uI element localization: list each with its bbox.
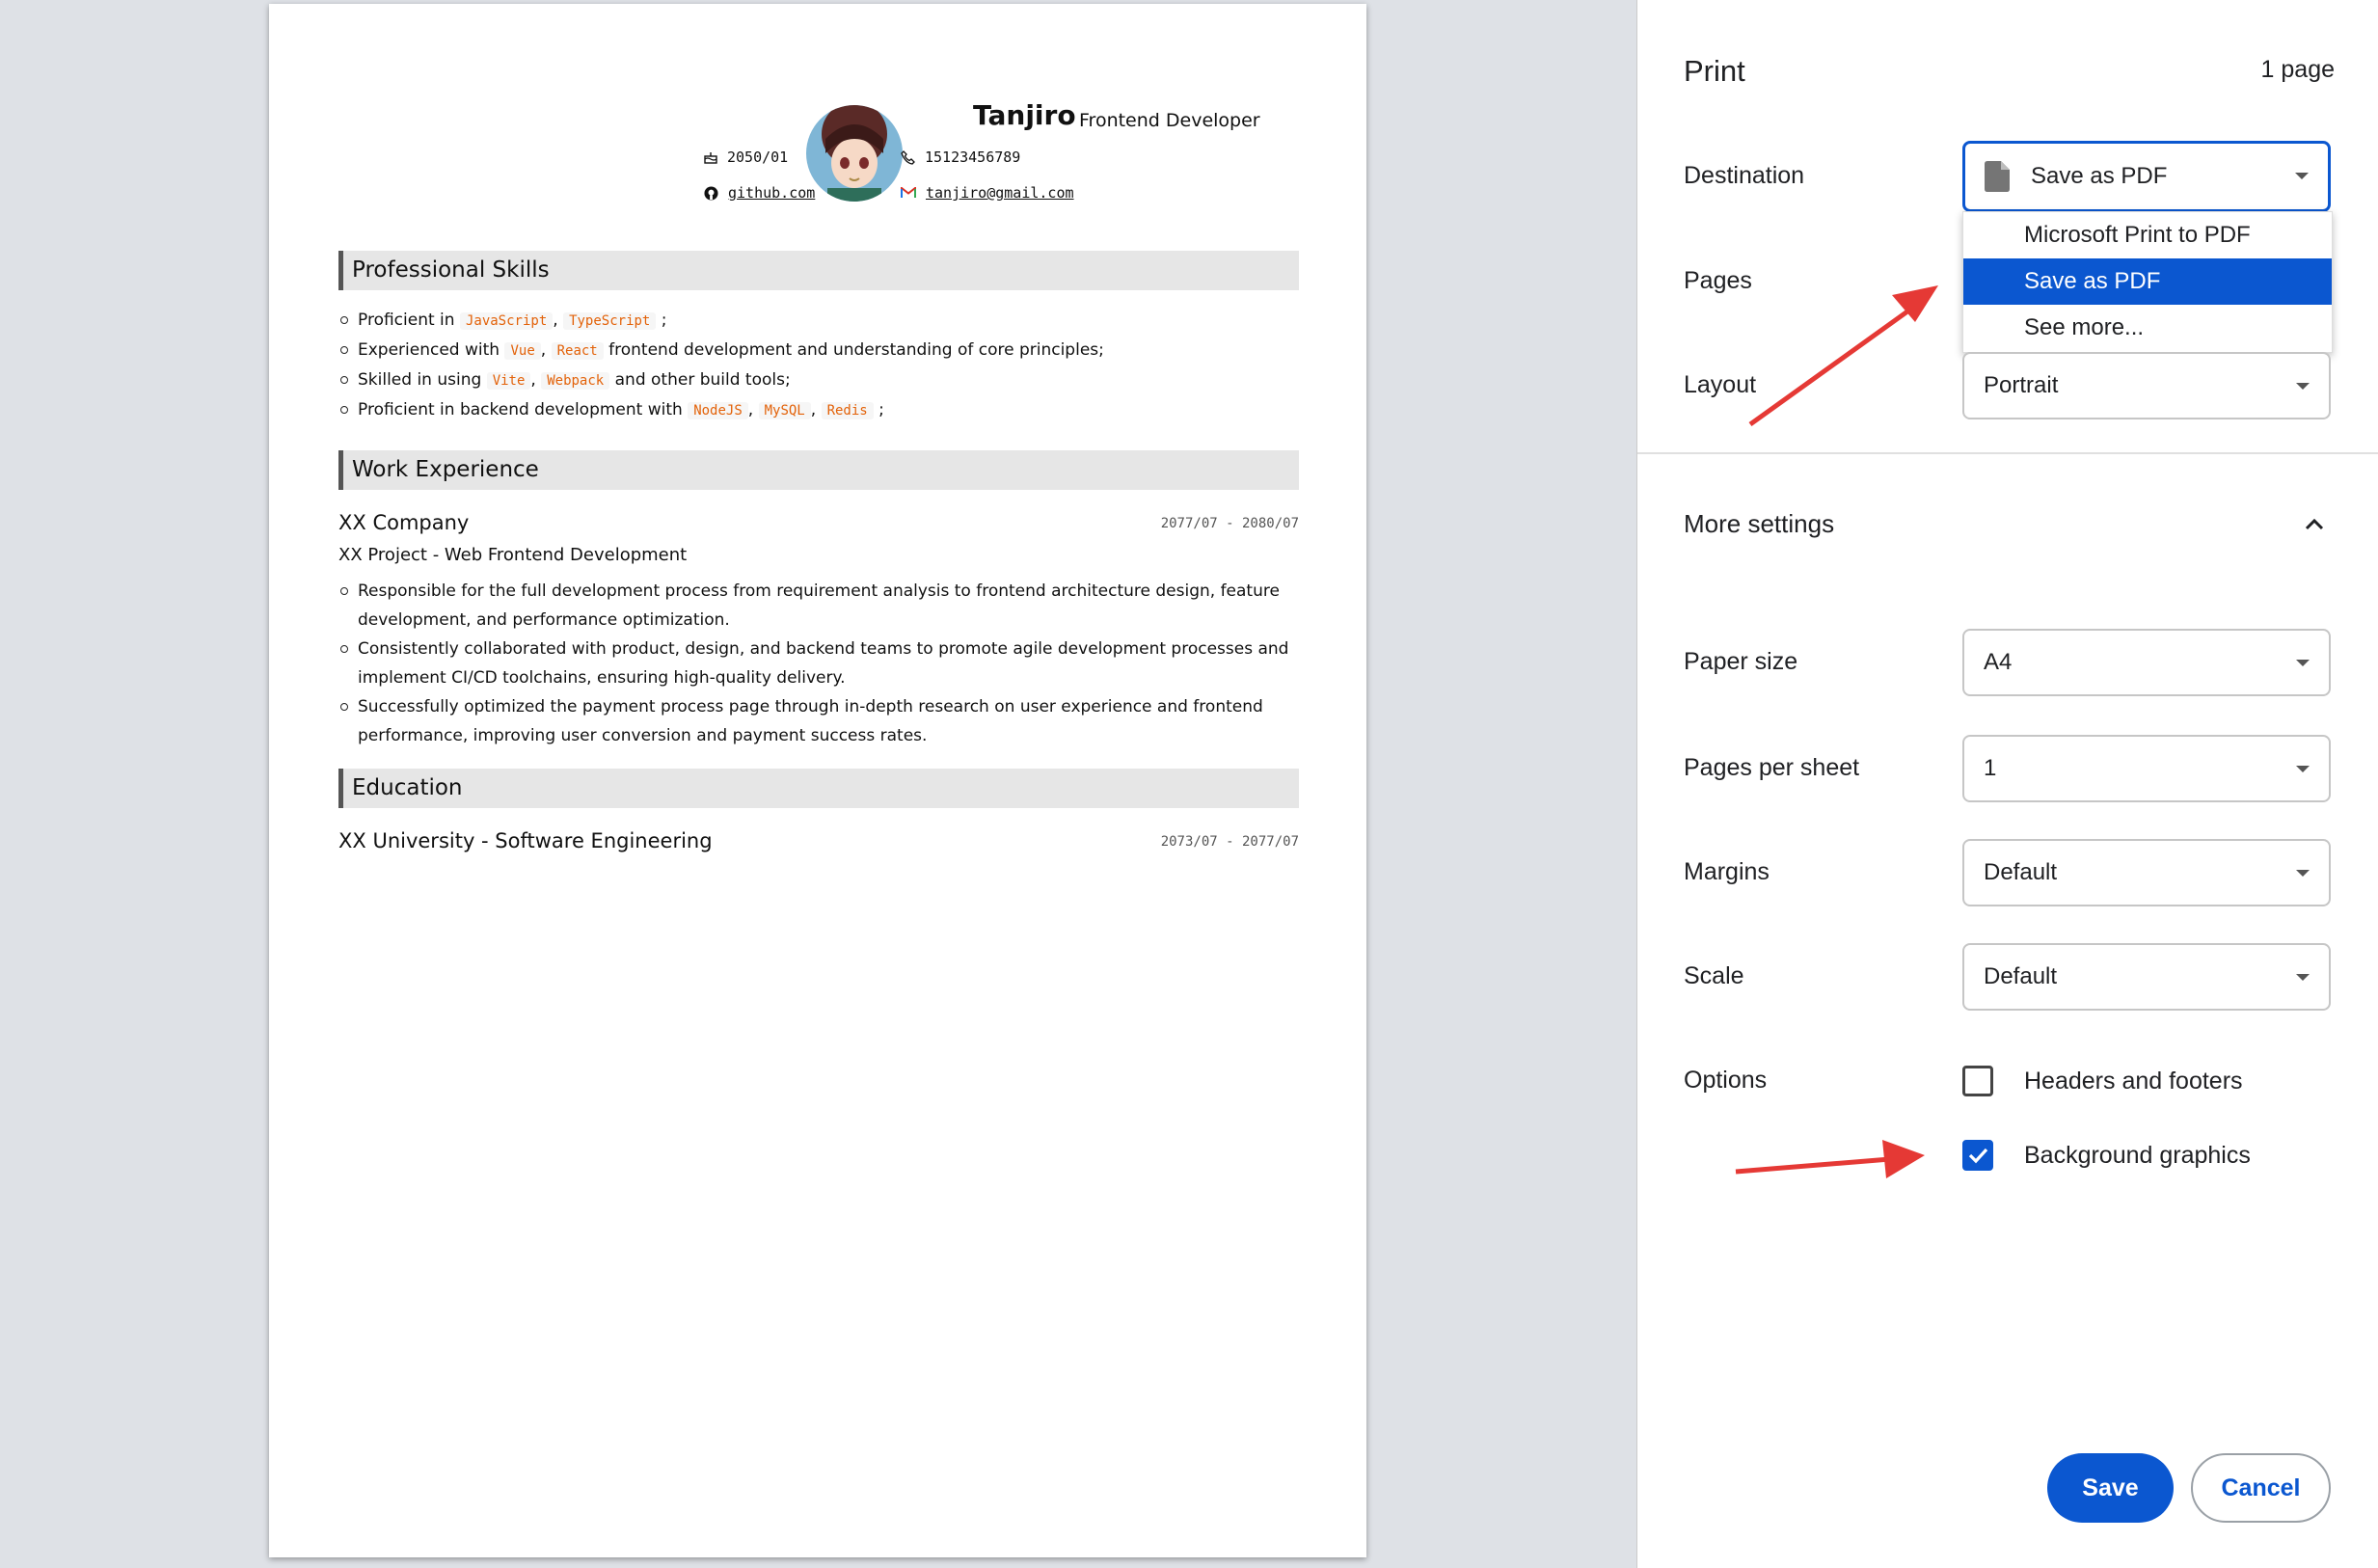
cancel-button[interactable]: Cancel (2191, 1453, 2331, 1523)
print-preview-area: Tanjiro Frontend Developer 2050/01 15123… (0, 0, 1636, 1568)
margins-value: Default (1984, 859, 2058, 885)
background-graphics-label[interactable]: Background graphics (2024, 1142, 2251, 1170)
chevron-down-icon (2295, 173, 2309, 179)
work-company: XX Company (338, 511, 470, 534)
destination-dropdown: Microsoft Print to PDF Save as PDF See m… (1962, 211, 2333, 353)
list-item: Proficient in JavaScript, TypeScript ; (338, 306, 1299, 336)
github-icon (704, 185, 718, 201)
print-title: Print (1684, 54, 1745, 88)
list-item: Successfully optimized the payment proce… (338, 692, 1299, 750)
chevron-down-icon (2296, 660, 2310, 666)
list-item: Skilled in using Vite, Webpack and other… (338, 365, 1299, 395)
layout-select[interactable]: Portrait (1962, 352, 2331, 419)
destination-label: Destination (1684, 162, 1805, 189)
print-settings-panel: Print 1 page Destination Save as PDF Mic… (1636, 0, 2378, 1568)
save-button[interactable]: Save (2047, 1453, 2174, 1523)
resume-page: Tanjiro Frontend Developer 2050/01 15123… (269, 4, 1366, 1557)
chevron-down-icon (2296, 383, 2310, 390)
skills-list: Proficient in JavaScript, TypeScript ; E… (338, 306, 1299, 425)
scale-value: Default (1984, 963, 2058, 989)
list-item: Experienced with Vue, React frontend dev… (338, 336, 1299, 365)
code-tag: NodeJS (688, 402, 748, 419)
work-dates: 2077/07 - 2080/07 (1160, 516, 1299, 531)
code-tag: Vite (486, 372, 531, 390)
work-bullets: Responsible for the full development pro… (338, 577, 1299, 750)
section-header-education: Education (338, 769, 1299, 808)
pages-per-sheet-select[interactable]: 1 (1962, 735, 2331, 802)
code-tag: Redis (821, 402, 874, 419)
section-header-work: Work Experience (338, 450, 1299, 490)
chevron-down-icon (2296, 766, 2310, 772)
paper-size-value: A4 (1984, 649, 2013, 675)
cake-icon (704, 152, 717, 164)
paper-size-label: Paper size (1684, 648, 1798, 675)
chevron-down-icon (2296, 974, 2310, 981)
dropdown-option-microsoft-print[interactable]: Microsoft Print to PDF (1963, 212, 2332, 258)
layout-label: Layout (1684, 371, 1757, 398)
section-header-skills: Professional Skills (338, 251, 1299, 290)
code-tag: React (551, 342, 604, 360)
dropdown-option-save-pdf[interactable]: Save as PDF (1963, 258, 2332, 305)
destination-value: Save as PDF (2031, 163, 2168, 189)
checkmark-icon (1968, 1148, 1988, 1164)
phone-icon (901, 149, 915, 165)
phone-value: 15123456789 (925, 149, 1021, 166)
options-label: Options (1684, 1067, 1768, 1094)
list-item: Responsible for the full development pro… (338, 577, 1299, 635)
scale-label: Scale (1684, 962, 1744, 989)
code-tag: Vue (504, 342, 541, 360)
birth-value: 2050/01 (727, 149, 789, 166)
gmail-icon (901, 187, 916, 199)
margins-select[interactable]: Default (1962, 839, 2331, 906)
page-count: 1 page (2260, 56, 2335, 83)
destination-select[interactable]: Save as PDF (1962, 141, 2331, 212)
github-link[interactable]: github.com (728, 184, 815, 202)
birth-info: 2050/01 (704, 149, 788, 166)
paper-size-select[interactable]: A4 (1962, 629, 2331, 696)
headers-footers-label[interactable]: Headers and footers (2024, 1068, 2243, 1095)
chevron-down-icon (2296, 870, 2310, 877)
pages-per-sheet-label: Pages per sheet (1684, 754, 1860, 781)
margins-label: Margins (1684, 858, 1770, 885)
list-item: Consistently collaborated with product, … (338, 635, 1299, 692)
pages-per-sheet-value: 1 (1984, 755, 1997, 781)
work-project: XX Project - Web Frontend Development (338, 545, 688, 565)
code-tag: Webpack (541, 372, 610, 390)
education-school: XX University - Software Engineering (338, 829, 713, 852)
scale-select[interactable]: Default (1962, 943, 2331, 1011)
avatar (806, 105, 903, 202)
resume-role: Frontend Developer (1079, 110, 1260, 131)
email-link[interactable]: tanjiro@gmail.com (926, 184, 1074, 202)
email-info[interactable]: tanjiro@gmail.com (901, 184, 1074, 202)
pages-label: Pages (1684, 267, 1752, 294)
list-item: Proficient in backend development with N… (338, 395, 1299, 425)
divider (1637, 452, 2378, 454)
layout-value: Portrait (1984, 372, 2059, 398)
dropdown-option-see-more[interactable]: See more... (1963, 305, 2332, 351)
github-info[interactable]: github.com (704, 184, 815, 202)
code-tag: JavaScript (459, 312, 554, 330)
code-tag: TypeScript (563, 312, 657, 330)
more-settings-toggle[interactable]: More settings (1684, 509, 1834, 539)
headers-footers-checkbox[interactable] (1962, 1066, 1993, 1096)
background-graphics-checkbox[interactable] (1962, 1140, 1993, 1171)
education-dates: 2073/07 - 2077/07 (1160, 834, 1299, 850)
document-icon (1985, 161, 2010, 192)
chevron-up-icon[interactable] (2304, 514, 2325, 535)
resume-name: Tanjiro (973, 99, 1076, 131)
code-tag: MySQL (758, 402, 811, 419)
phone-info: 15123456789 (901, 149, 1020, 166)
